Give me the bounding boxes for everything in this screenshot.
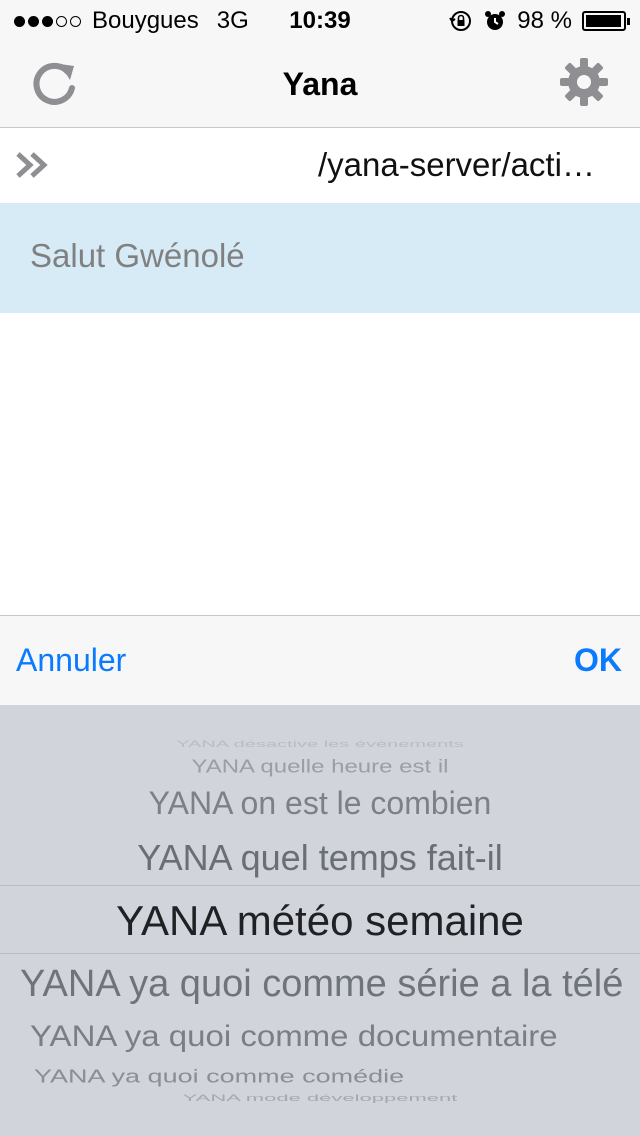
cancel-button[interactable]: Annuler xyxy=(16,642,126,679)
page-title: Yana xyxy=(282,66,358,102)
battery-percent: 98 % xyxy=(517,7,572,34)
picker-option[interactable]: YANA ya quoi comme comédie xyxy=(34,1066,624,1088)
navigation-bar: Yana xyxy=(0,40,640,128)
status-right: 98 % xyxy=(449,7,630,35)
status-bar: Bouygues 3G 10:39 98 % xyxy=(0,0,640,40)
selection-indicator-bottom xyxy=(0,953,640,954)
selection-indicator-top xyxy=(0,885,640,886)
picker-option[interactable]: YANA mode développement xyxy=(0,1093,640,1103)
picker-option[interactable]: YANA ya quoi comme série a la télé xyxy=(20,963,630,1006)
picker-option[interactable]: YANA ya quoi comme documentaire xyxy=(30,1019,625,1053)
picker-option[interactable]: YANA quelle heure est il xyxy=(0,757,640,778)
double-chevron-icon xyxy=(16,152,48,178)
battery-fill xyxy=(586,15,621,27)
battery-icon xyxy=(582,11,630,31)
message-bubble: Salut Gwénolé xyxy=(0,203,640,313)
battery-tip xyxy=(627,18,630,25)
alarm-icon xyxy=(485,11,506,30)
picker-option-selected[interactable]: YANA météo semaine xyxy=(0,897,640,945)
picker-option[interactable]: YANA quel temps fait-il xyxy=(0,837,640,879)
orientation-lock-icon xyxy=(449,11,472,31)
picker-option[interactable]: YANA désactive les évènements xyxy=(0,740,640,751)
server-path-row[interactable]: /yana-server/action.php xyxy=(0,128,640,202)
settings-icon[interactable] xyxy=(558,56,610,108)
message-text: Salut Gwénolé xyxy=(30,237,245,274)
picker-option[interactable]: YANA on est le combien xyxy=(0,785,640,822)
server-path: /yana-server/action.php xyxy=(318,146,608,183)
ok-button[interactable]: OK xyxy=(574,642,622,679)
command-picker[interactable]: YANA désactive les évènements YANA quell… xyxy=(0,705,640,1136)
picker-toolbar: Annuler OK xyxy=(0,615,640,705)
